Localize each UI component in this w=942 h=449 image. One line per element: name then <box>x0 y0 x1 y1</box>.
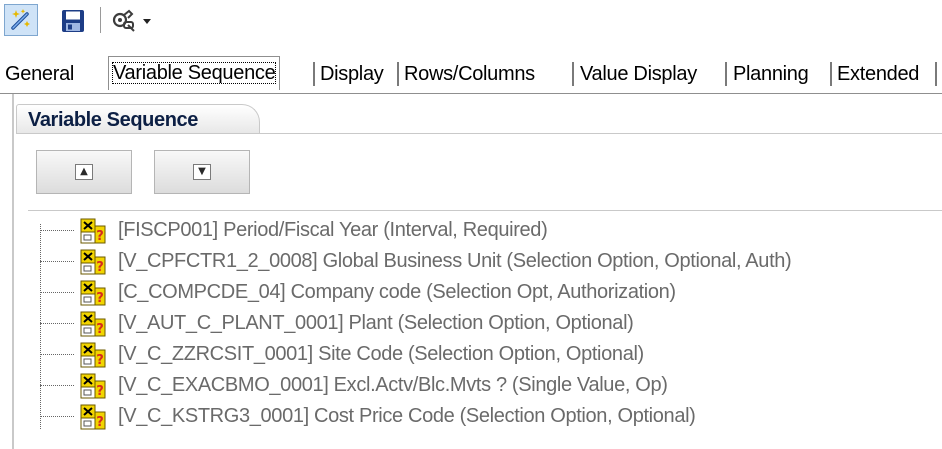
tree-branch <box>40 354 74 355</box>
variable-icon: ? <box>80 311 106 337</box>
variable-label: [V_AUT_C_PLANT_0001] Plant (Selection Op… <box>118 312 634 334</box>
variable-tree[interactable]: ? [FISCP001] Period/Fiscal Year (Interva… <box>34 216 934 446</box>
variable-label: [FISCP001] Period/Fiscal Year (Interval,… <box>118 219 548 241</box>
move-down-button[interactable]: ▼ <box>154 150 250 194</box>
variable-icon: ? <box>80 342 106 368</box>
variable-label: [V_C_ZZRCSIT_0001] Site Code (Selection … <box>118 343 644 365</box>
variable-icon: ? <box>80 249 106 275</box>
tab-separator <box>830 62 832 86</box>
save-button[interactable] <box>58 6 88 36</box>
tab-rows-columns[interactable]: Rows/Columns <box>404 60 535 88</box>
variable-label: [C_COMPCDE_04] Company code (Selection O… <box>118 281 676 303</box>
tab-extended[interactable]: Extended <box>837 60 919 88</box>
tree-item[interactable]: ? [C_COMPCDE_04] Company code (Selection… <box>34 278 934 306</box>
tree-item[interactable]: ? [V_C_KSTRG3_0001] Cost Price Code (Sel… <box>34 402 934 430</box>
tree-branch <box>40 323 74 324</box>
tab-separator <box>935 62 937 86</box>
group-title: Variable Sequence <box>28 109 198 131</box>
variable-icon: ? <box>80 280 106 306</box>
tab-separator <box>572 62 574 86</box>
tree-item[interactable]: ? [V_C_ZZRCSIT_0001] Site Code (Selectio… <box>34 340 934 368</box>
tree-item[interactable]: ? [V_AUT_C_PLANT_0001] Plant (Selection … <box>34 309 934 337</box>
tab-value-display[interactable]: Value Display <box>580 60 697 88</box>
triangle-down-icon: ▼ <box>193 164 211 180</box>
svg-text:?: ? <box>96 322 104 337</box>
tab-separator <box>313 62 315 86</box>
tools-menu-button[interactable] <box>108 6 154 36</box>
tab-planning[interactable]: Planning <box>733 60 809 88</box>
tab-variable-sequence[interactable]: Variable Sequence <box>108 56 281 90</box>
svg-text:?: ? <box>96 229 104 244</box>
tree-branch <box>40 292 74 293</box>
toolbar <box>0 0 942 40</box>
variable-label: [V_C_KSTRG3_0001] Cost Price Code (Selec… <box>118 405 696 427</box>
magic-wand-icon <box>11 9 30 30</box>
tree-divider <box>28 210 942 211</box>
tab-separator <box>397 62 399 86</box>
query-properties-window: General Variable Sequence Display Rows/C… <box>0 0 942 449</box>
variable-icon: ? <box>80 404 106 430</box>
variable-label: [V_CPFCTR1_2_0008] Global Business Unit … <box>118 250 792 272</box>
tab-display[interactable]: Display <box>320 60 384 88</box>
variable-icon: ? <box>80 373 106 399</box>
tree-branch <box>40 261 74 262</box>
variable-label: [V_C_EXACBMO_0001] Excl.Actv/Blc.Mvts ? … <box>118 374 668 396</box>
floppy-disk-icon <box>62 10 84 32</box>
svg-text:?: ? <box>96 415 104 430</box>
tree-branch <box>40 385 74 386</box>
tab-strip: General Variable Sequence Display Rows/C… <box>0 54 942 94</box>
tree-item[interactable]: ? [FISCP001] Period/Fiscal Year (Interva… <box>34 216 934 244</box>
svg-text:?: ? <box>96 384 104 399</box>
svg-text:?: ? <box>96 353 104 368</box>
group-divider <box>16 133 942 134</box>
triangle-up-icon: ▲ <box>75 164 93 180</box>
chevron-down-icon <box>143 19 151 24</box>
tree-branch <box>40 416 74 417</box>
move-up-button[interactable]: ▲ <box>36 150 132 194</box>
tab-general[interactable]: General <box>5 60 74 88</box>
tools-icon <box>112 9 135 32</box>
tree-item[interactable]: ? [V_C_EXACBMO_0001] Excl.Actv/Blc.Mvts … <box>34 371 934 399</box>
svg-text:?: ? <box>96 260 104 275</box>
toolbar-separator <box>100 7 101 33</box>
tab-variable-sequence-label: Variable Sequence <box>112 62 277 84</box>
tree-branch <box>40 230 74 231</box>
magic-wand-button[interactable] <box>4 4 38 36</box>
tree-item[interactable]: ? [V_CPFCTR1_2_0008] Global Business Uni… <box>34 247 934 275</box>
tab-separator <box>725 62 727 86</box>
svg-text:?: ? <box>96 291 104 306</box>
variable-icon: ? <box>80 218 106 244</box>
